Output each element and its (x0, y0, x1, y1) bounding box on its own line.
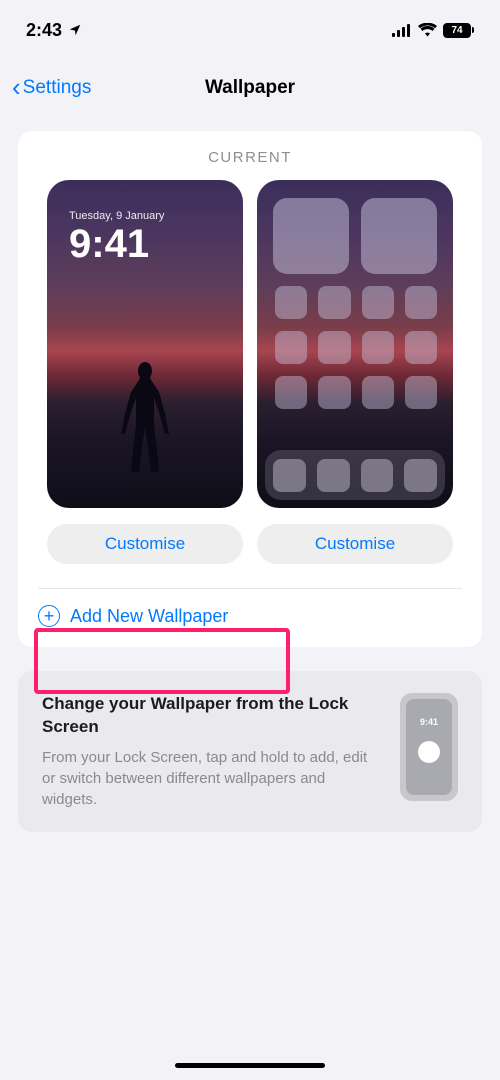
battery-indicator: 74 (443, 23, 474, 38)
widget-placeholder (361, 198, 437, 274)
navigation-bar: ‹ Settings Wallpaper (0, 60, 500, 115)
current-wallpaper-card: CURRENT Tuesday, 9 January 9:41 (18, 131, 482, 647)
dock-icon-placeholder (404, 459, 437, 492)
wifi-icon (418, 23, 437, 37)
app-icon-placeholder (405, 331, 437, 364)
location-icon (68, 23, 82, 37)
app-icon-placeholder (275, 376, 307, 409)
app-icon-placeholder (405, 376, 437, 409)
app-icon-placeholder (405, 286, 437, 319)
tip-phone-illustration: 9:41 (400, 693, 458, 801)
add-new-wallpaper-button[interactable]: + Add New Wallpaper (38, 588, 462, 627)
app-icon-placeholder (362, 331, 394, 364)
tip-phone-dot-icon (418, 741, 440, 763)
page-title: Wallpaper (205, 77, 295, 99)
widget-placeholder (273, 198, 349, 274)
lockscreen-date: Tuesday, 9 January (69, 210, 164, 222)
app-icon-placeholder (318, 376, 350, 409)
lockscreen-clock: Tuesday, 9 January 9:41 (69, 210, 164, 264)
add-new-wallpaper-label: Add New Wallpaper (70, 606, 228, 627)
status-bar: 2:43 74 (0, 0, 500, 60)
app-icon-placeholder (275, 286, 307, 319)
lockscreen-tip-card: Change your Wallpaper from the Lock Scre… (18, 671, 482, 832)
customise-homescreen-button[interactable]: Customise (257, 524, 453, 564)
cellular-signal-icon (392, 24, 412, 37)
section-header-current: CURRENT (38, 149, 462, 166)
home-indicator[interactable] (175, 1063, 325, 1068)
battery-level: 74 (443, 23, 471, 38)
lockscreen-time: 9:41 (69, 224, 164, 264)
plus-circle-icon: + (38, 605, 60, 627)
dock-icon-placeholder (361, 459, 394, 492)
customise-row: Customise Customise (38, 524, 462, 564)
app-icon-placeholder (362, 286, 394, 319)
status-left: 2:43 (26, 20, 82, 41)
dock-icon-placeholder (273, 459, 306, 492)
lockscreen-preview[interactable]: Tuesday, 9 January 9:41 (47, 180, 243, 508)
homescreen-preview[interactable] (257, 180, 453, 508)
chevron-left-icon: ‹ (12, 72, 21, 103)
status-time: 2:43 (26, 20, 62, 41)
tip-phone-time: 9:41 (420, 717, 438, 727)
tip-description: From your Lock Screen, tap and hold to a… (42, 747, 380, 810)
app-icon-placeholder (275, 331, 307, 364)
wallpaper-figure-silhouette (115, 362, 175, 472)
homescreen-dock (265, 450, 445, 500)
app-icon-placeholder (318, 286, 350, 319)
app-icon-placeholder (362, 376, 394, 409)
back-label: Settings (23, 77, 92, 99)
app-icon-placeholder (318, 331, 350, 364)
status-right: 74 (392, 23, 474, 38)
back-button[interactable]: ‹ Settings (12, 72, 91, 103)
tip-title: Change your Wallpaper from the Lock Scre… (42, 693, 380, 739)
wallpaper-previews: Tuesday, 9 January 9:41 (38, 180, 462, 508)
customise-lockscreen-button[interactable]: Customise (47, 524, 243, 564)
dock-icon-placeholder (317, 459, 350, 492)
